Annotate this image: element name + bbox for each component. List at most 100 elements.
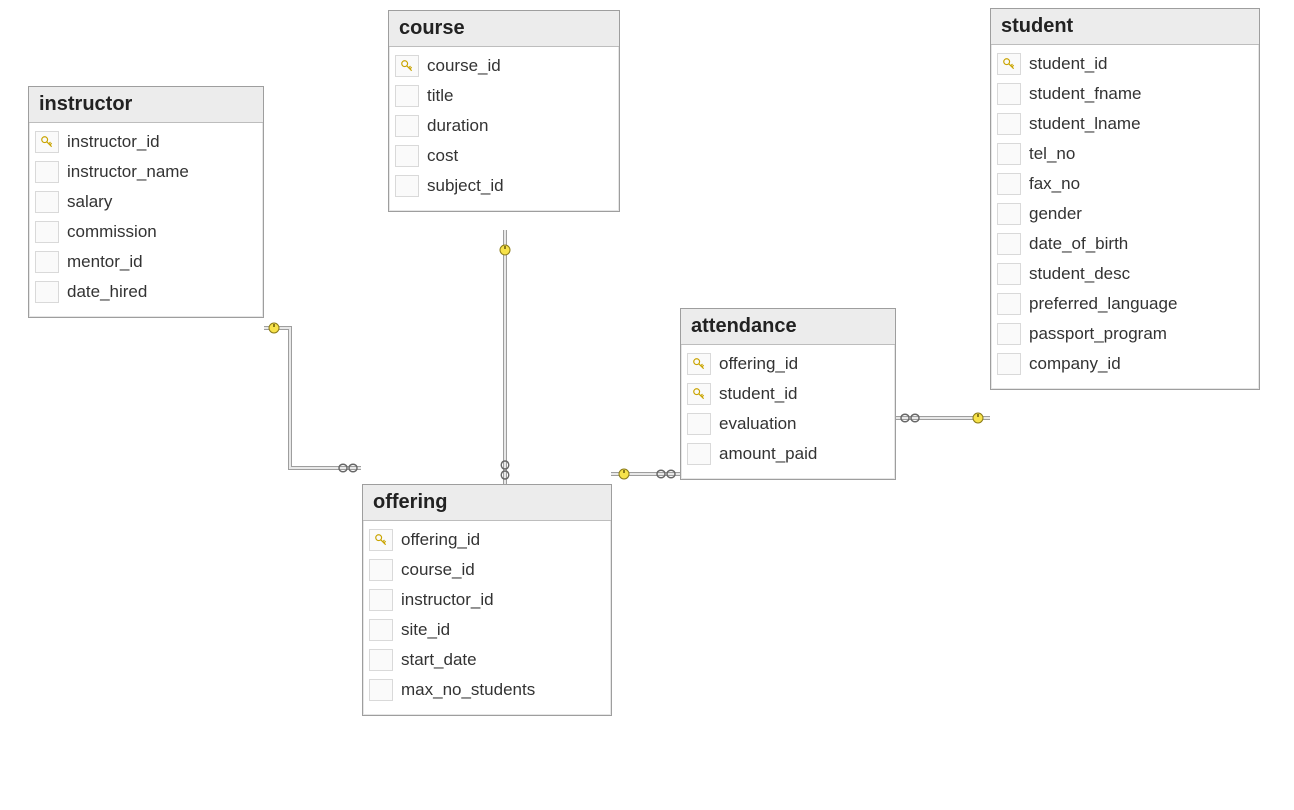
entity-title: attendance bbox=[681, 309, 895, 345]
field-row[interactable]: offering_id bbox=[369, 525, 605, 555]
field-name: course_id bbox=[427, 56, 501, 76]
field-name: commission bbox=[67, 222, 157, 242]
key-icon bbox=[692, 387, 706, 401]
key-cell-empty bbox=[35, 251, 59, 273]
field-row[interactable]: max_no_students bbox=[369, 675, 605, 705]
erd-canvas: { "entities": { "instructor": { "title":… bbox=[0, 0, 1294, 810]
field-row[interactable]: date_of_birth bbox=[997, 229, 1253, 259]
key-cell-empty bbox=[997, 263, 1021, 285]
key-cell-empty bbox=[395, 145, 419, 167]
field-name: fax_no bbox=[1029, 174, 1080, 194]
field-row[interactable]: date_hired bbox=[35, 277, 257, 307]
key-cell-empty bbox=[369, 649, 393, 671]
key-icon bbox=[40, 135, 54, 149]
field-row[interactable]: student_id bbox=[687, 379, 889, 409]
field-row[interactable]: duration bbox=[395, 111, 613, 141]
entity-fields: instructor_id instructor_namesalary commis… bbox=[29, 123, 263, 317]
field-name: tel_no bbox=[1029, 144, 1075, 164]
key-cell-empty bbox=[35, 161, 59, 183]
field-row[interactable]: preferred_language bbox=[997, 289, 1253, 319]
entity-offering[interactable]: offering offering_id course_idinstructor_… bbox=[362, 484, 612, 716]
field-name: mentor_id bbox=[67, 252, 143, 272]
entity-student[interactable]: student student_idstudent_fnamestudent_l… bbox=[990, 8, 1260, 390]
key-cell-empty bbox=[687, 413, 711, 435]
field-row[interactable]: gender bbox=[997, 199, 1253, 229]
field-name: offering_id bbox=[401, 530, 480, 550]
field-name: amount_paid bbox=[719, 444, 817, 464]
field-name: subject_id bbox=[427, 176, 504, 196]
entity-attendance[interactable]: attendance offering_id student_idevaluat… bbox=[680, 308, 896, 480]
field-row[interactable]: salary bbox=[35, 187, 257, 217]
field-name: max_no_students bbox=[401, 680, 535, 700]
field-name: salary bbox=[67, 192, 112, 212]
field-row[interactable]: passport_program bbox=[997, 319, 1253, 349]
entity-instructor[interactable]: instructor instructor_id instructor_names… bbox=[28, 86, 264, 318]
field-row[interactable]: offering_id bbox=[687, 349, 889, 379]
field-name: site_id bbox=[401, 620, 450, 640]
key-icon bbox=[400, 59, 414, 73]
field-row[interactable]: commission bbox=[35, 217, 257, 247]
primary-key-icon bbox=[395, 55, 419, 77]
field-name: evaluation bbox=[719, 414, 797, 434]
entity-fields: offering_id course_idinstructor_id site_id… bbox=[363, 521, 611, 715]
field-row[interactable]: site_id bbox=[369, 615, 605, 645]
field-row[interactable]: instructor_name bbox=[35, 157, 257, 187]
key-cell-empty bbox=[369, 589, 393, 611]
field-row[interactable]: start_date bbox=[369, 645, 605, 675]
rel-course-offering bbox=[500, 230, 510, 484]
field-row[interactable]: course_id bbox=[395, 51, 613, 81]
field-row[interactable]: company_id bbox=[997, 349, 1253, 379]
primary-key-icon bbox=[687, 383, 711, 405]
entity-title: offering bbox=[363, 485, 611, 521]
field-name: student_id bbox=[1029, 54, 1107, 74]
field-row[interactable]: amount_paid bbox=[687, 439, 889, 469]
field-row[interactable]: instructor_id bbox=[369, 585, 605, 615]
field-row[interactable]: fax_no bbox=[997, 169, 1253, 199]
primary-key-icon bbox=[997, 53, 1021, 75]
field-row[interactable]: student_lname bbox=[997, 109, 1253, 139]
field-row[interactable]: cost bbox=[395, 141, 613, 171]
entity-course[interactable]: course course_idtitle durationcost subject… bbox=[388, 10, 620, 212]
field-row[interactable]: tel_no bbox=[997, 139, 1253, 169]
field-row[interactable]: course_id bbox=[369, 555, 605, 585]
key-cell-empty bbox=[395, 175, 419, 197]
key-cell-empty bbox=[35, 281, 59, 303]
field-name: instructor_name bbox=[67, 162, 189, 182]
field-name: student_id bbox=[719, 384, 797, 404]
entity-fields: course_idtitle durationcost subject_id bbox=[389, 47, 619, 211]
field-name: instructor_id bbox=[67, 132, 160, 152]
field-row[interactable]: instructor_id bbox=[35, 127, 257, 157]
field-row[interactable]: student_id bbox=[997, 49, 1253, 79]
entity-fields: offering_id student_id evaluation amount_p… bbox=[681, 345, 895, 479]
key-cell-empty bbox=[997, 83, 1021, 105]
key-cell-empty bbox=[687, 443, 711, 465]
field-row[interactable]: student_fname bbox=[997, 79, 1253, 109]
rel-student-attendance bbox=[895, 413, 990, 423]
key-cell-empty bbox=[997, 353, 1021, 375]
field-row[interactable]: subject_id bbox=[395, 171, 613, 201]
key-cell-empty bbox=[395, 115, 419, 137]
field-name: title bbox=[427, 86, 453, 106]
field-name: student_lname bbox=[1029, 114, 1141, 134]
field-row[interactable]: mentor_id bbox=[35, 247, 257, 277]
field-name: student_desc bbox=[1029, 264, 1130, 284]
field-row[interactable]: title bbox=[395, 81, 613, 111]
primary-key-icon bbox=[369, 529, 393, 551]
key-cell-empty bbox=[395, 85, 419, 107]
field-row[interactable]: student_desc bbox=[997, 259, 1253, 289]
entity-title: course bbox=[389, 11, 619, 47]
key-cell-empty bbox=[997, 203, 1021, 225]
field-row[interactable]: evaluation bbox=[687, 409, 889, 439]
field-name: preferred_language bbox=[1029, 294, 1177, 314]
key-icon bbox=[1002, 57, 1016, 71]
key-cell-empty bbox=[997, 143, 1021, 165]
primary-key-icon bbox=[687, 353, 711, 375]
primary-key-icon bbox=[35, 131, 59, 153]
key-cell-empty bbox=[997, 293, 1021, 315]
key-cell-empty bbox=[369, 559, 393, 581]
key-cell-empty bbox=[35, 191, 59, 213]
key-cell-empty bbox=[997, 173, 1021, 195]
entity-title: instructor bbox=[29, 87, 263, 123]
field-name: date_of_birth bbox=[1029, 234, 1128, 254]
field-name: company_id bbox=[1029, 354, 1121, 374]
